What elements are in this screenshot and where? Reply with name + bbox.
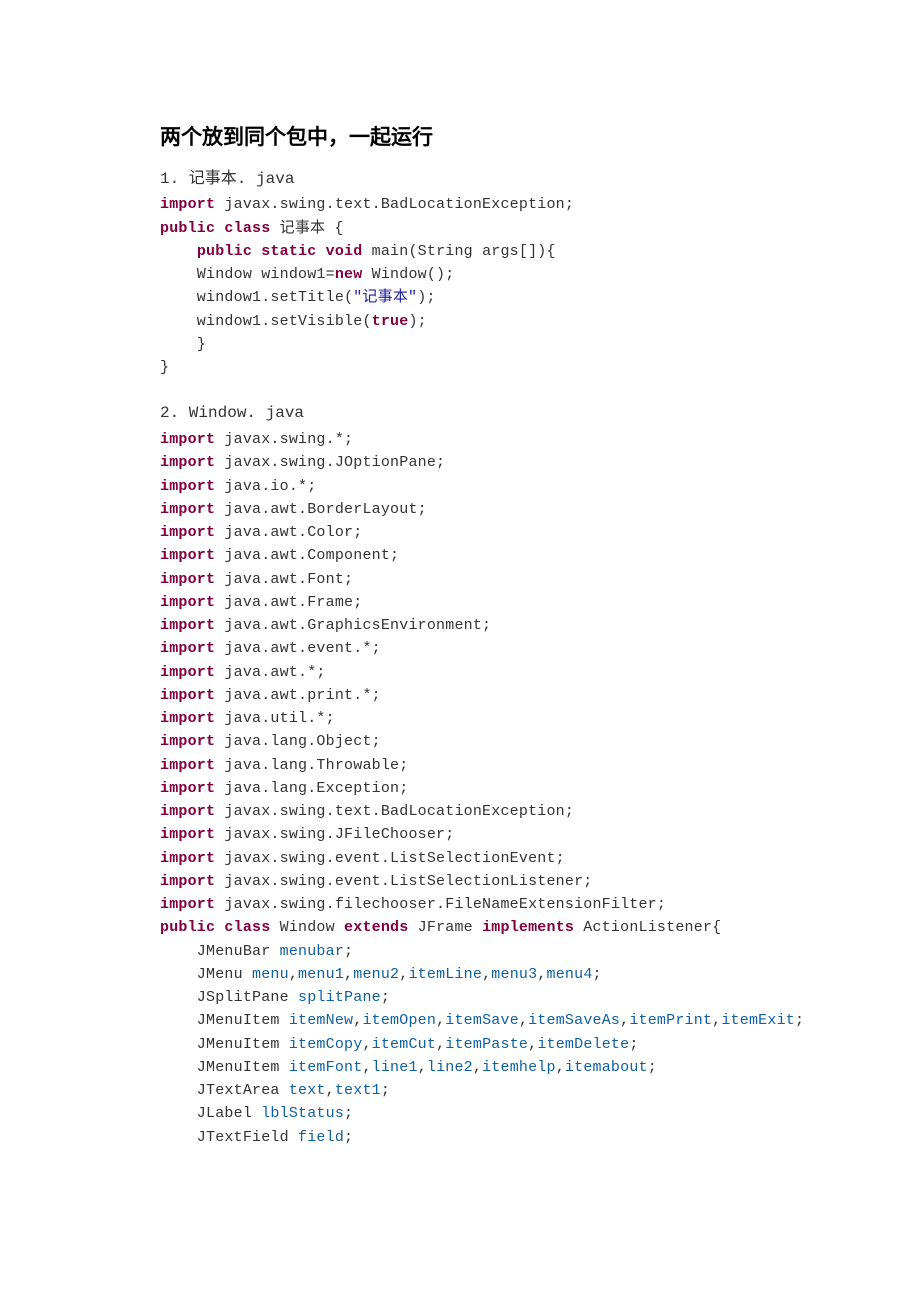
- code-line: import java.util.*;: [160, 707, 760, 730]
- code-line: window1.setTitle("记事本");: [160, 286, 760, 309]
- code-line: import javax.swing.text.BadLocationExcep…: [160, 193, 760, 216]
- code-line: JTextArea text,text1;: [160, 1079, 760, 1102]
- code-line: import java.awt.Component;: [160, 544, 760, 567]
- code-line: }: [160, 356, 760, 379]
- code-line: JMenuItem itemCopy,itemCut,itemPaste,ite…: [160, 1033, 760, 1056]
- code-line: import java.awt.Color;: [160, 521, 760, 544]
- code-line: import javax.swing.text.BadLocationExcep…: [160, 800, 760, 823]
- code-line: import java.lang.Throwable;: [160, 754, 760, 777]
- code-line: import java.lang.Object;: [160, 730, 760, 753]
- code-line: import java.awt.print.*;: [160, 684, 760, 707]
- code-line: import java.awt.Frame;: [160, 591, 760, 614]
- code-line: public static void main(String args[]){: [160, 240, 760, 263]
- code-line: import java.awt.GraphicsEnvironment;: [160, 614, 760, 637]
- code-line: import java.awt.event.*;: [160, 637, 760, 660]
- section-1-heading: 1. 记事本. java: [160, 167, 760, 192]
- code-line: JTextField field;: [160, 1126, 760, 1149]
- document-page: 两个放到同个包中，一起运行 1. 记事本. java import javax.…: [0, 0, 920, 1302]
- code-line: import java.lang.Exception;: [160, 777, 760, 800]
- code-line: import javax.swing.event.ListSelectionLi…: [160, 870, 760, 893]
- code-line: import javax.swing.JOptionPane;: [160, 451, 760, 474]
- code-line: JMenu menu,menu1,menu2,itemLine,menu3,me…: [160, 963, 760, 986]
- code-block-1: import javax.swing.text.BadLocationExcep…: [160, 193, 760, 379]
- code-line: import javax.swing.JFileChooser;: [160, 823, 760, 846]
- code-line: JLabel lblStatus;: [160, 1102, 760, 1125]
- code-line: public class Window extends JFrame imple…: [160, 916, 760, 939]
- code-line: JSplitPane splitPane;: [160, 986, 760, 1009]
- code-line: import javax.swing.filechooser.FileNameE…: [160, 893, 760, 916]
- code-line: import javax.swing.event.ListSelectionEv…: [160, 847, 760, 870]
- code-line: Window window1=new Window();: [160, 263, 760, 286]
- code-line: JMenuItem itemFont,line1,line2,itemhelp,…: [160, 1056, 760, 1079]
- code-line: public class 记事本 {: [160, 217, 760, 240]
- code-line: import java.awt.*;: [160, 661, 760, 684]
- code-line: import javax.swing.*;: [160, 428, 760, 451]
- code-line: }: [160, 333, 760, 356]
- code-line: import java.awt.BorderLayout;: [160, 498, 760, 521]
- code-block-2: import javax.swing.*;import javax.swing.…: [160, 428, 760, 1149]
- code-line: JMenuItem itemNew,itemOpen,itemSave,item…: [160, 1009, 760, 1032]
- code-line: JMenuBar menubar;: [160, 940, 760, 963]
- code-line: import java.io.*;: [160, 475, 760, 498]
- section-2-heading: 2. Window. java: [160, 401, 760, 426]
- code-line: window1.setVisible(true);: [160, 310, 760, 333]
- code-line: import java.awt.Font;: [160, 568, 760, 591]
- page-title: 两个放到同个包中，一起运行: [160, 122, 760, 155]
